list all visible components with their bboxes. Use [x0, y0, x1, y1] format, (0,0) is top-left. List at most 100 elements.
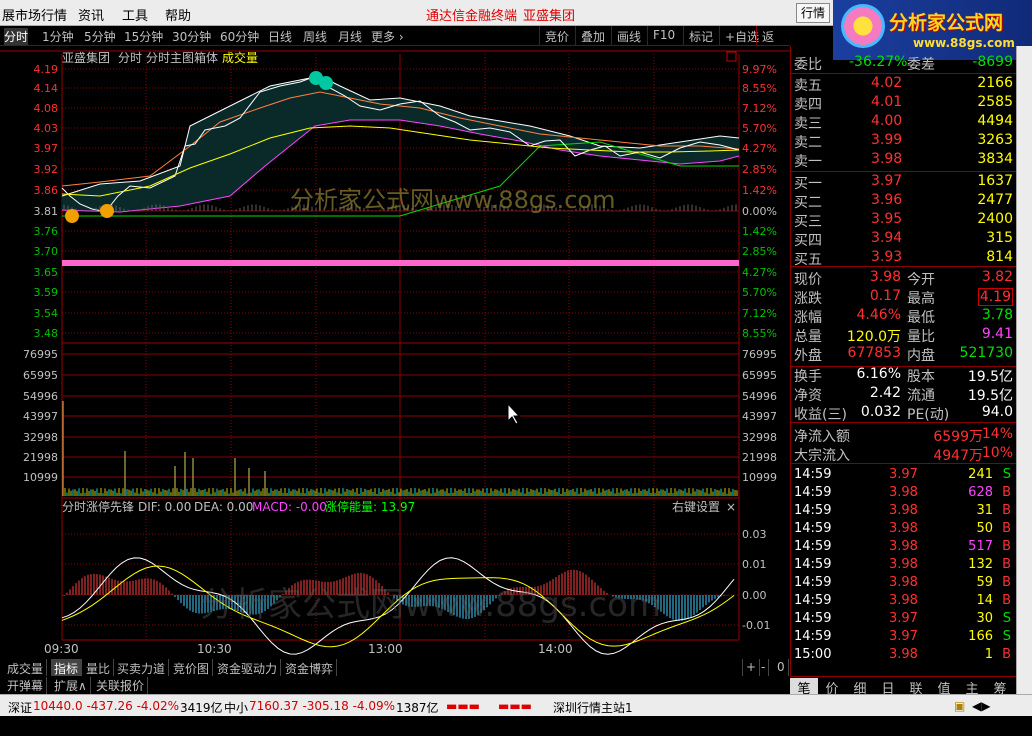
tab-buy-sell-power[interactable]: 买卖力道: [114, 659, 170, 676]
tab-fund-game[interactable]: 资金博弈: [282, 659, 338, 676]
commission-ratio-value: -36.27%: [849, 54, 908, 70]
pct-tick-label: 9.97%: [742, 63, 777, 76]
volume-tick-label: 32998: [742, 431, 777, 444]
market-button[interactable]: 行情: [796, 3, 830, 23]
draw-button[interactable]: 画线: [611, 26, 646, 46]
pct-tick-label: 5.70%: [742, 286, 777, 299]
tick-price: 3.97: [889, 629, 918, 644]
tab-fund-drive[interactable]: 资金驱动力: [214, 659, 282, 676]
commission-row: 委比 -36.27% 委差 -8699: [791, 54, 1017, 73]
stat-value: 4.46%: [856, 307, 901, 323]
ask-row: 卖五 4.02 2166: [791, 75, 1017, 94]
time-label: 09:30: [44, 642, 79, 656]
price-tick-label: 3.81: [34, 205, 59, 218]
sz-index-value[interactable]: 10440.0 -437.26 -4.02%: [33, 699, 179, 713]
tick-side: B: [1002, 593, 1011, 608]
tab-auction-chart[interactable]: 竞价图: [170, 659, 214, 676]
period-tab-5m[interactable]: 5分钟: [84, 28, 116, 45]
tick-time: 14:59: [794, 467, 832, 482]
tick-row: 14:59 3.98 132 B: [791, 557, 1017, 575]
stat-value: 19.5亿: [967, 388, 1013, 404]
tick-side: B: [1002, 521, 1011, 536]
flow-row: 净流入额 6599万 14%: [791, 426, 1017, 445]
menu-tools[interactable]: 工具: [122, 5, 148, 24]
auction-button[interactable]: 竞价: [539, 26, 574, 46]
bid-level-label: 买三: [794, 214, 822, 230]
tab-volume-ratio[interactable]: 量比: [83, 659, 115, 676]
tab-indicator[interactable]: 指标: [51, 659, 83, 676]
indicator-settings-link[interactable]: 右键设置: [672, 499, 720, 514]
tick-row: 14:59 3.97 241 S: [791, 467, 1017, 485]
tab-volume[interactable]: 成交量: [4, 659, 48, 676]
zx-index-value[interactable]: 7160.37 -305.18 -4.09%: [249, 699, 395, 713]
zx-index-label: 中小: [224, 701, 249, 715]
stat-label: 收益(三): [794, 407, 847, 423]
price-tick-label: 4.03: [34, 122, 59, 135]
stat-value: 3.78: [981, 307, 1013, 323]
tick-volume: 241: [968, 467, 993, 482]
bid-volume: 315: [986, 230, 1013, 246]
ask-volume: 2166: [977, 75, 1013, 91]
tick-price: 3.98: [889, 485, 918, 500]
time-label: 13:00: [368, 642, 403, 656]
volume-tick-label: 54996: [23, 390, 58, 403]
tick-side: B: [1002, 647, 1011, 662]
divider: [791, 73, 1017, 74]
period-tab-week[interactable]: 周线: [303, 28, 327, 45]
stat-value: 677853: [847, 345, 901, 361]
zoom-reset-button[interactable]: 0: [774, 659, 789, 676]
period-tab-month[interactable]: 月线: [338, 28, 362, 45]
limit-band-bar: [62, 260, 739, 266]
commission-diff-value: -8699: [972, 54, 1013, 70]
zoom-out-button[interactable]: -: [758, 659, 770, 676]
period-tab-fenshi[interactable]: 分时: [4, 28, 29, 45]
overlay-button[interactable]: 叠加: [575, 26, 610, 46]
chevron-icon[interactable]: ◀▶: [972, 699, 990, 713]
chart-area[interactable]: 4.19 9.97% 4.14 8.55% 4.08 7.12% 4.03 5.70% 3.97…: [0, 46, 790, 660]
tick-row: 14:59 3.98 31 B: [791, 503, 1017, 521]
tick-price: 3.98: [889, 521, 918, 536]
danmaku-button[interactable]: 开弹幕: [4, 677, 48, 694]
stat-label: 外盘: [794, 348, 822, 364]
server-name[interactable]: 深圳行情主站1: [553, 699, 633, 716]
divider: [791, 266, 1017, 267]
period-tab-1m[interactable]: 1分钟: [42, 28, 74, 45]
zx-index-amount: 1387亿: [396, 701, 439, 715]
macd-tick-label: 0.01: [742, 558, 767, 571]
f10-button[interactable]: F10: [647, 26, 680, 46]
mark-button[interactable]: 标记: [683, 26, 718, 46]
tick-price: 3.98: [889, 503, 918, 518]
period-tab-30m[interactable]: 30分钟: [172, 28, 211, 45]
stat-label: 股本: [907, 369, 935, 385]
chart-indicator-label: 分时主图箱体: [146, 50, 218, 65]
period-tab-60m[interactable]: 60分钟: [220, 28, 259, 45]
right-scrollbar[interactable]: [1016, 46, 1032, 694]
period-tab-day[interactable]: 日线: [268, 28, 292, 45]
bid-row: 买四 3.94 315: [791, 230, 1017, 249]
quote-tabs: 笔价细日联值主筹: [790, 676, 1016, 697]
ask-level-label: 卖三: [794, 116, 822, 132]
stat-value: 521730: [959, 345, 1013, 361]
menu-market[interactable]: 展市场行情: [2, 5, 67, 24]
menu-info[interactable]: 资讯: [78, 5, 104, 24]
menu-help[interactable]: 帮助: [165, 5, 191, 24]
lock-icon[interactable]: ▣: [954, 699, 965, 713]
quote-panel: 委比 -36.27% 委差 -8699 卖五 4.02 2166 卖四 4.01 2585…: [790, 46, 1017, 676]
related-quote-button[interactable]: 关联报价: [93, 677, 149, 694]
expand-button[interactable]: 扩展∧: [51, 677, 91, 694]
ask-level-label: 卖四: [794, 97, 822, 113]
stat-row: 涨幅 4.46% 最低 3.78: [791, 307, 1017, 326]
stat-label: 涨幅: [794, 310, 822, 326]
indicator-close-icon[interactable]: ×: [726, 500, 736, 514]
pct-tick-label: 4.27%: [742, 266, 777, 279]
back-button[interactable]: 返回: [756, 26, 790, 61]
stat-value: 6.16%: [856, 366, 901, 382]
volume-tick-label: 32998: [23, 431, 58, 444]
tick-time: 14:59: [794, 611, 832, 626]
tick-time: 14:59: [794, 593, 832, 608]
tick-row: 14:59 3.98 517 B: [791, 539, 1017, 557]
divider: [791, 463, 1017, 464]
signal-bars-icon: ▬▬▬: [446, 699, 481, 713]
period-tab-15m[interactable]: 15分钟: [124, 28, 163, 45]
period-tab-more[interactable]: 更多 ›: [371, 28, 404, 45]
